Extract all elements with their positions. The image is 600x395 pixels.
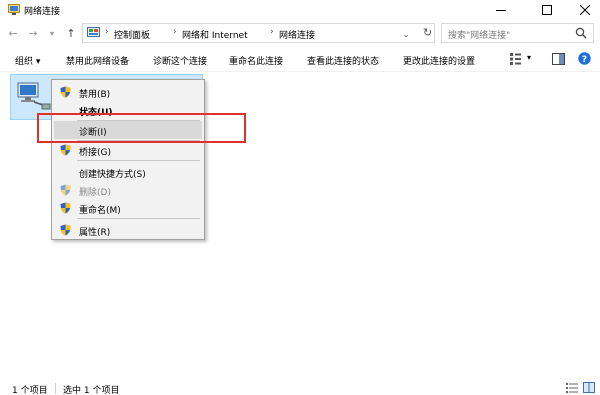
breadcrumb-separator: › bbox=[270, 27, 274, 37]
large-icons-view-icon[interactable] bbox=[583, 382, 595, 393]
annotation-highlight-box bbox=[37, 113, 246, 143]
breadcrumb-separator: › bbox=[173, 27, 177, 37]
selected-count: 选中 1 个项目 bbox=[63, 386, 120, 395]
control-panel-icon bbox=[87, 27, 100, 37]
menu-item-bridge[interactable]: 桥接(G) bbox=[54, 141, 202, 159]
up-button[interactable]: ↑ bbox=[64, 25, 78, 41]
menu-item-delete: 删除(D) bbox=[54, 181, 202, 199]
change-settings-command[interactable]: 更改此连接的设置 bbox=[403, 54, 475, 67]
minimize-button[interactable] bbox=[486, 0, 516, 20]
view-options-icon[interactable] bbox=[510, 53, 524, 65]
maximize-button[interactable] bbox=[532, 0, 562, 20]
details-view-icon[interactable] bbox=[566, 382, 578, 393]
view-status-command[interactable]: 查看此连接的状态 bbox=[307, 54, 379, 67]
menu-item-create-shortcut[interactable]: 创建快捷方式(S) bbox=[54, 163, 202, 181]
menu-separator bbox=[77, 160, 200, 161]
uac-shield-icon bbox=[60, 86, 71, 98]
close-icon bbox=[580, 5, 590, 15]
command-bar: 组织 ▾ 禁用此网络设备 诊断这个连接 重命名此连接 查看此连接的状态 更改此连… bbox=[0, 47, 600, 72]
help-icon[interactable]: ? bbox=[578, 52, 591, 65]
back-button[interactable]: ← bbox=[6, 25, 20, 41]
menu-item-label: 属性(R) bbox=[79, 228, 111, 238]
status-separator bbox=[55, 383, 56, 394]
arrow-up-icon: ↑ bbox=[66, 26, 76, 40]
recent-locations-button[interactable]: ▾ bbox=[45, 25, 59, 41]
breadcrumb-network-connections[interactable]: 网络连接 bbox=[279, 28, 315, 41]
network-adapter-icon bbox=[17, 82, 51, 110]
search-input[interactable]: 搜索"网络连接" bbox=[441, 23, 594, 43]
menu-item-label: 重命名(M) bbox=[79, 206, 121, 216]
status-bar: 1 个项目 选中 1 个项目 bbox=[0, 381, 600, 395]
network-folder-icon bbox=[8, 4, 20, 15]
menu-item-rename[interactable]: 重命名(M) bbox=[54, 199, 202, 217]
forward-button[interactable]: → bbox=[26, 25, 40, 41]
minimize-icon bbox=[496, 10, 506, 11]
menu-item-label: 桥接(G) bbox=[79, 148, 111, 158]
uac-shield-icon bbox=[60, 224, 71, 236]
uac-shield-icon bbox=[60, 184, 71, 196]
breadcrumb-network-internet[interactable]: 网络和 Internet bbox=[182, 28, 248, 41]
chevron-down-icon: ▾ bbox=[49, 28, 54, 38]
menu-item-label: 删除(D) bbox=[79, 188, 111, 198]
title-bar: 网络连接 bbox=[0, 0, 600, 20]
arrow-left-icon: ← bbox=[8, 26, 18, 40]
refresh-icon[interactable]: ↻ bbox=[423, 26, 432, 39]
address-row: ← → ▾ ↑ › 控制面板 › 网络和 Internet › 网络连接 ⌄ ↻… bbox=[0, 20, 600, 46]
breadcrumb-control-panel[interactable]: 控制面板 bbox=[114, 28, 150, 41]
address-bar[interactable]: › 控制面板 › 网络和 Internet › 网络连接 ⌄ ↻ bbox=[82, 23, 435, 43]
menu-separator bbox=[77, 218, 200, 219]
menu-item-properties[interactable]: 属性(R) bbox=[54, 221, 202, 239]
preview-pane-icon[interactable] bbox=[552, 53, 565, 65]
search-icon bbox=[575, 27, 587, 39]
breadcrumb-separator: › bbox=[105, 27, 109, 37]
rename-connection-command[interactable]: 重命名此连接 bbox=[229, 54, 283, 67]
menu-item-label: 禁用(B) bbox=[79, 90, 111, 100]
address-dropdown-icon[interactable]: ⌄ bbox=[401, 30, 411, 40]
menu-item-label: 创建快捷方式(S) bbox=[79, 170, 146, 180]
search-placeholder: 搜索"网络连接" bbox=[448, 31, 511, 41]
diagnose-connection-command[interactable]: 诊断这个连接 bbox=[153, 54, 207, 67]
context-menu: 禁用(B) 状态(U) 诊断(I) 桥接(G) 创建快捷方式(S) 删除(D) bbox=[51, 79, 205, 240]
uac-shield-icon bbox=[60, 202, 71, 214]
item-count: 1 个项目 bbox=[12, 386, 48, 395]
maximize-icon bbox=[542, 5, 552, 15]
menu-item-disable[interactable]: 禁用(B) bbox=[54, 83, 202, 101]
uac-shield-icon bbox=[60, 144, 71, 156]
organize-menu[interactable]: 组织 ▾ bbox=[15, 54, 40, 67]
arrow-right-icon: → bbox=[28, 26, 38, 40]
view-dropdown-icon[interactable]: ▾ bbox=[527, 53, 531, 62]
disable-device-command[interactable]: 禁用此网络设备 bbox=[66, 54, 129, 67]
close-button[interactable] bbox=[570, 0, 600, 20]
svg-text:?: ? bbox=[582, 55, 587, 65]
window-title: 网络连接 bbox=[24, 7, 61, 17]
